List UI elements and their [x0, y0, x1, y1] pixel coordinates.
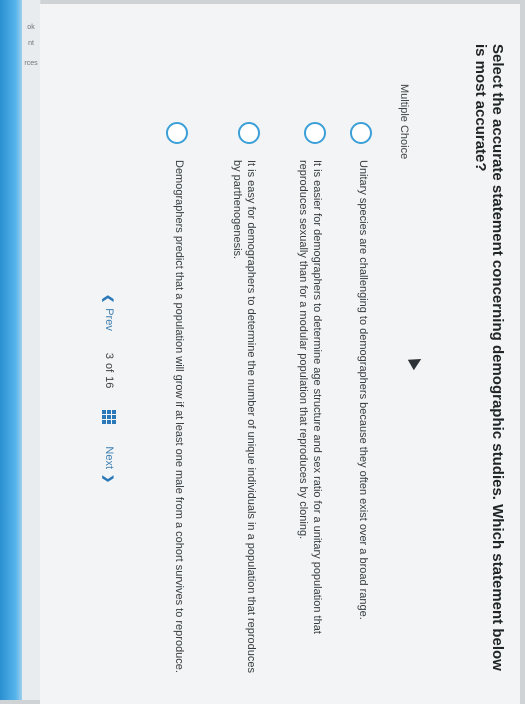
prev-label: Prev: [103, 308, 115, 331]
answer-option-text: It is easier for demographers to determi…: [297, 160, 323, 634]
radio-button[interactable]: [304, 122, 326, 144]
radio-button[interactable]: [166, 122, 188, 144]
sidebar-strip: [22, 0, 41, 700]
answer-option-text: Demographers predict that a population w…: [173, 160, 185, 673]
answer-option-text: Unitary species are challenging to demog…: [357, 160, 369, 620]
radio-button[interactable]: [350, 122, 372, 144]
question-grid-icon[interactable]: [102, 410, 116, 425]
radio-button[interactable]: [238, 122, 260, 144]
pagination: ❮ Prev 3 of 16 Next ❯: [102, 294, 116, 483]
chevron-right-icon: ❯: [102, 474, 115, 484]
total-pages: 16: [103, 376, 115, 389]
prev-button[interactable]: ❮ Prev: [103, 294, 116, 331]
next-label: Next: [103, 446, 115, 470]
answer-option-1[interactable]: Unitary species are challenging to demog…: [350, 122, 372, 682]
answer-option-2[interactable]: It is easier for demographers to determi…: [296, 122, 326, 682]
answer-option-3[interactable]: It is easy for demographers to determine…: [230, 122, 260, 682]
answer-option-4[interactable]: Demographers predict that a population w…: [166, 122, 188, 682]
page-indicator: 3 of 16: [103, 353, 115, 389]
sidebar-text-fragment: rces: [24, 60, 38, 67]
question-page: Select the accurate statement concerning…: [40, 4, 520, 704]
chevron-left-icon: ❮: [102, 294, 115, 304]
question-prompt: Select the accurate statement concerning…: [472, 44, 506, 671]
mouse-cursor-icon: [407, 353, 425, 371]
sidebar-text-fragment: nt: [28, 40, 34, 47]
current-page: 3: [103, 352, 115, 359]
question-type-label: Multiple Choice: [398, 84, 410, 160]
monitor-bezel: [0, 0, 22, 700]
of-label: of: [103, 362, 115, 373]
sidebar-text-fragment: ok: [27, 24, 35, 31]
answer-option-text: It is easy for demographers to determine…: [231, 160, 257, 674]
next-button[interactable]: Next ❯: [103, 446, 116, 483]
